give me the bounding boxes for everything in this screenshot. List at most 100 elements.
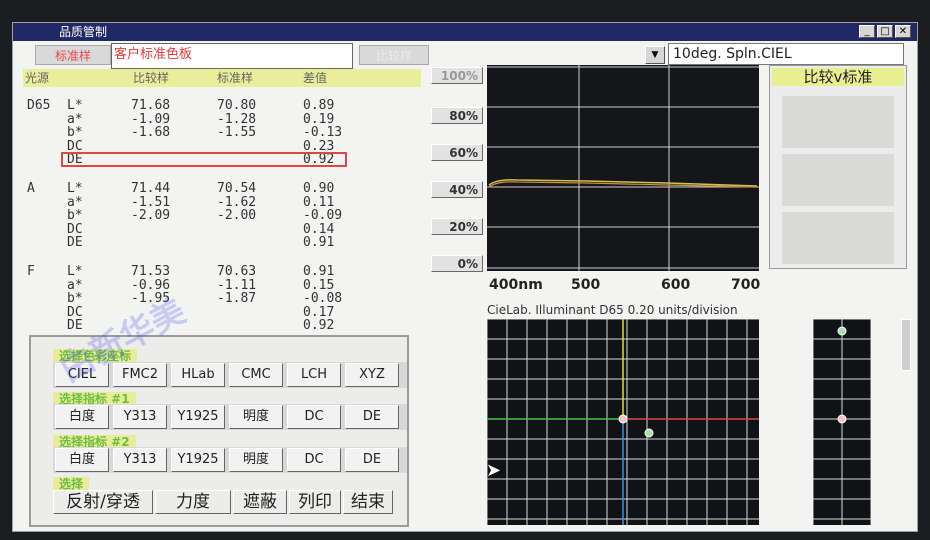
illuminant-name: F	[27, 264, 35, 279]
spectrum-curve-standard	[488, 179, 758, 187]
index2-button-0[interactable]: 白度	[55, 448, 109, 472]
reflectance-spectrum-plot	[487, 65, 759, 271]
percent-40-button[interactable]: 40%	[431, 181, 483, 198]
diff-value: 0.14	[303, 221, 335, 237]
maximize-button[interactable]: □	[877, 25, 893, 38]
illuminant-dropdown-button[interactable]: ▼	[645, 46, 665, 64]
standard-value: 70.63	[217, 264, 257, 279]
diff-value: -0.08	[303, 291, 343, 306]
cielab-caption: CieLab. Illuminant D65 0.20 units/divisi…	[487, 303, 738, 317]
color-space-button-5[interactable]: XYZ	[345, 363, 399, 387]
percent-60-button[interactable]: 60%	[431, 144, 483, 161]
action-button-4[interactable]: 结束	[343, 490, 393, 514]
compare-value: -1.68	[131, 125, 171, 140]
tab-compare[interactable]: 比较样	[359, 45, 429, 65]
index1-button-1[interactable]: Y313	[113, 405, 167, 429]
value-label: DE	[67, 235, 83, 250]
diff-value: 0.89	[303, 98, 335, 113]
diff-value: -0.13	[303, 125, 343, 140]
choose-title: 选择	[53, 477, 90, 491]
illuminant-name: D65	[27, 98, 51, 113]
action-button-1[interactable]: 力度	[155, 490, 231, 514]
color-space-button-0[interactable]: CIEL	[55, 363, 109, 387]
x-label-600: 600	[661, 277, 691, 293]
action-button-2[interactable]: 遮蔽	[233, 490, 287, 514]
lightness-sample-point	[837, 326, 847, 336]
diff-value: 0.91	[303, 235, 335, 250]
illuminant-name: A	[27, 181, 35, 196]
color-space-button-2[interactable]: HLab	[171, 363, 225, 387]
diff-value: 0.91	[303, 264, 335, 279]
diff-value: 0.92	[303, 318, 335, 333]
value-label: L*	[67, 98, 83, 113]
diff-value: 0.11	[303, 194, 335, 210]
index1-button-5[interactable]: DE	[345, 405, 399, 429]
tab-customer-standard[interactable]: 客户标准色板	[111, 43, 353, 69]
swatch-standard	[782, 96, 894, 148]
value-label: a*	[67, 277, 83, 293]
tab-standard[interactable]: 标准样	[35, 45, 111, 65]
lightness-difference-grid	[813, 319, 871, 525]
header-compare: 比较样	[133, 71, 170, 85]
color-space-button-1[interactable]: FMC2	[113, 363, 167, 387]
diff-value: -0.09	[303, 208, 343, 223]
index2-button-1[interactable]: Y313	[113, 448, 167, 472]
x-label-700: 700	[731, 277, 761, 293]
standard-value: -1.62	[217, 194, 257, 210]
minimize-button[interactable]: _	[859, 25, 875, 38]
table-header: 光源 比较样 标准样 差值	[23, 69, 421, 87]
mouse-cursor-icon: ➤	[486, 460, 502, 481]
standard-value: 70.80	[217, 98, 257, 113]
value-label: DC	[67, 221, 83, 237]
value-label: DE	[67, 318, 83, 333]
standard-value: -1.55	[217, 125, 257, 140]
standard-point	[618, 414, 628, 424]
header-light: 光源	[25, 71, 50, 85]
index2-button-2[interactable]: Y1925	[171, 448, 225, 472]
compare-value: -1.51	[131, 194, 171, 210]
percent-20-button[interactable]: 20%	[431, 218, 483, 235]
value-label: a*	[67, 194, 83, 210]
sample-point	[644, 428, 654, 438]
index2-button-4[interactable]: DC	[287, 448, 341, 472]
index2-button-3[interactable]: 明度	[229, 448, 283, 472]
compare-value: 71.53	[131, 264, 171, 279]
de-highlight-box	[61, 152, 347, 167]
value-label: L*	[67, 181, 83, 196]
scrollbar-thumb[interactable]	[901, 319, 911, 371]
value-label: b*	[67, 125, 83, 140]
compare-value: -1.95	[131, 291, 171, 306]
standard-value: 70.54	[217, 181, 257, 196]
index1-button-3[interactable]: 明度	[229, 405, 283, 429]
swatch-overlay	[782, 212, 894, 264]
index1-button-2[interactable]: Y1925	[171, 405, 225, 429]
selection-panel: 选择色彩座标 CIEL FMC2 HLab CMC LCH XYZ 选择指标 #1 白度 Y…	[29, 335, 409, 527]
swatch-compare	[782, 154, 894, 206]
index1-button-4[interactable]: DC	[287, 405, 341, 429]
action-button-3[interactable]: 列印	[289, 490, 341, 514]
header-diff: 差值	[303, 71, 328, 85]
action-button-0[interactable]: 反射/穿透	[53, 490, 153, 514]
title-bar: 品质管制 _ □ ✕	[13, 23, 917, 41]
value-label: a*	[67, 111, 83, 127]
value-label: b*	[67, 208, 83, 223]
quality-control-window: 品质管制 _ □ ✕ 标准样 客户标准色板 比较样 ▼ 10deg. Spln.…	[12, 22, 918, 532]
diff-value: 0.90	[303, 181, 335, 196]
x-label-500: 500	[571, 277, 601, 293]
compare-value: -2.09	[131, 208, 171, 223]
percent-0-button[interactable]: 0%	[431, 255, 483, 272]
index2-button-5[interactable]: DE	[345, 448, 399, 472]
value-label: L*	[67, 264, 83, 279]
close-button[interactable]: ✕	[895, 25, 911, 38]
percent-80-button[interactable]: 80%	[431, 107, 483, 124]
lightness-standard-point	[837, 414, 847, 424]
color-space-button-3[interactable]: CMC	[229, 363, 283, 387]
color-space-button-4[interactable]: LCH	[287, 363, 341, 387]
diff-value: 0.23	[303, 138, 335, 154]
index1-button-0[interactable]: 白度	[55, 405, 109, 429]
standard-value: -1.28	[217, 111, 257, 127]
compare-vs-standard-panel: 比较v标准	[769, 65, 907, 269]
percent-100-button[interactable]: 100%	[431, 67, 483, 84]
illuminant-select[interactable]: 10deg. Spln.CIEL	[668, 43, 904, 65]
diff-value: 0.17	[303, 304, 335, 320]
